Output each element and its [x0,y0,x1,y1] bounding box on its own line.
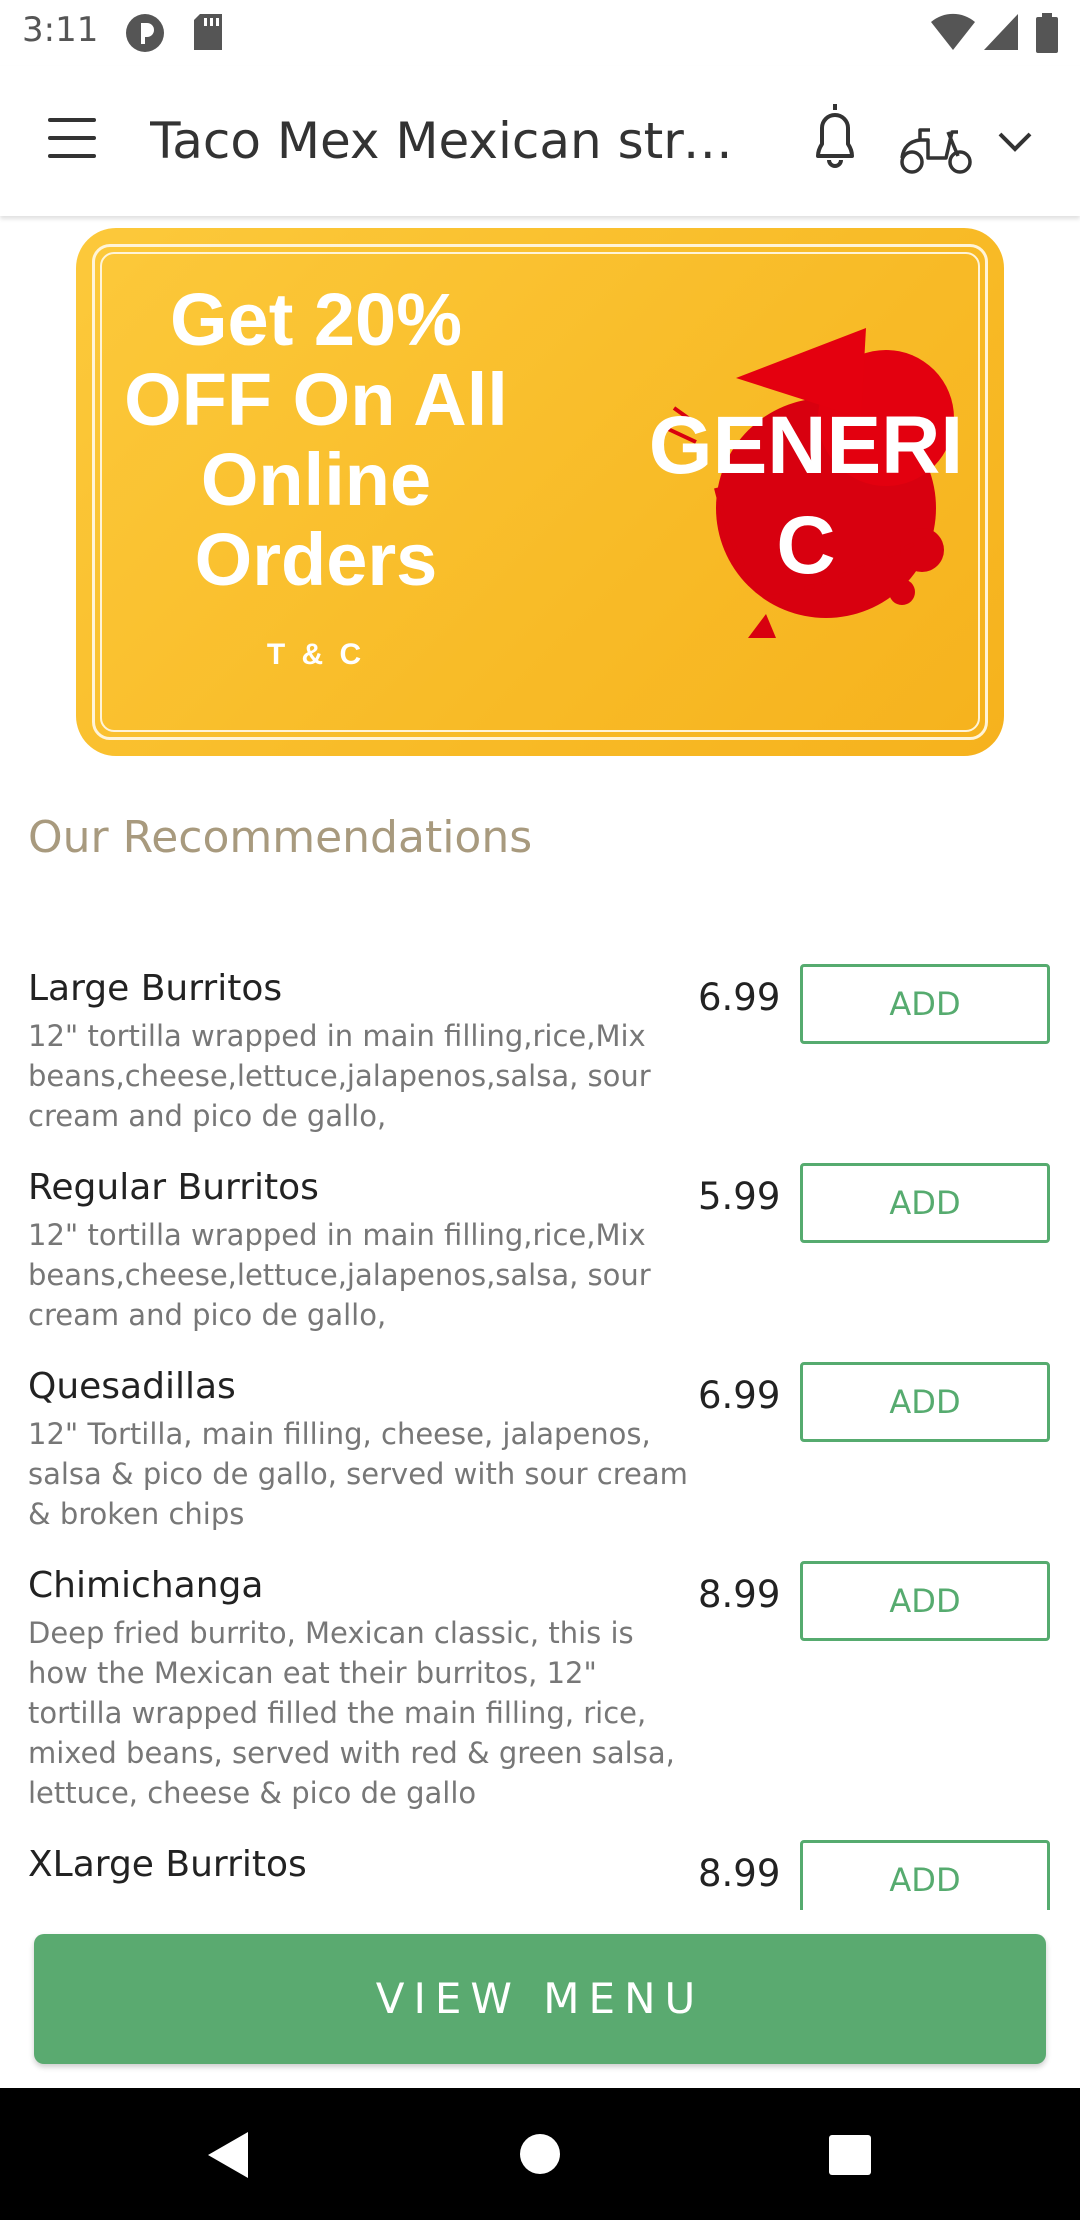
chevron-down-icon[interactable] [994,120,1036,162]
section-title: Our Recommendations [28,812,533,863]
status-bar: 3:11 [0,0,1080,66]
recommendation-list[interactable]: Large Burritos 12" tortilla wrapped in m… [0,960,1080,1910]
item-name: Chimichanga [28,1565,264,1606]
item-name: Quesadillas [28,1366,236,1407]
item-description: Deep fried burrito, Mexican classic, thi… [28,1616,675,1810]
item-name: Regular Burritos [28,1167,319,1208]
add-button[interactable]: ADD [800,1840,1050,1910]
notification-bell-icon[interactable] [800,98,870,178]
item-price: 5.99 [698,1175,781,1218]
back-icon[interactable] [204,2130,252,2180]
cell-signal-icon [984,14,1018,50]
add-button[interactable]: ADD [800,1561,1050,1641]
item-price: 8.99 [698,1852,781,1895]
battery-icon [1036,13,1058,53]
item-name: XLarge Burritos [28,1844,307,1885]
item-description: 12" Tortilla, main filling, cheese, jala… [28,1417,688,1531]
promo-line: OFF On All [124,358,508,441]
brand-text: GENERI C [648,400,964,591]
terms-label: T & C [266,638,366,671]
promo-banner[interactable]: Get 20% OFF On All Online Orders T & C G… [76,228,1004,756]
promo-line: Online [200,438,432,521]
recents-icon[interactable] [828,2134,872,2176]
delivery-scooter-icon[interactable] [898,110,974,180]
page-title: Taco Mex Mexican stre... [150,112,760,170]
hamburger-menu-icon[interactable] [44,118,102,162]
sd-card-icon [194,14,222,50]
status-time: 3:11 [22,10,99,50]
wifi-icon [931,13,975,50]
item-price: 8.99 [698,1573,781,1616]
view-menu-button[interactable]: VIEW MENU [34,1934,1046,2064]
home-icon[interactable] [518,2132,562,2176]
app-bar: Taco Mex Mexican stre... [0,66,1080,216]
add-button[interactable]: ADD [800,1163,1050,1243]
promo-line: Orders [194,518,438,601]
promo-line: Get 20% [169,278,463,361]
item-description: 12" tortilla wrapped in main filling,ric… [28,1218,651,1332]
add-button[interactable]: ADD [800,1362,1050,1442]
system-nav-bar [0,2088,1080,2220]
item-name: Large Burritos [28,968,283,1009]
item-price: 6.99 [698,1374,781,1417]
item-price: 6.99 [698,976,781,1019]
promo-headline: Get 20% OFF On All Online Orders [116,280,516,600]
item-description: 12" tortilla wrapped in main filling,ric… [28,1019,651,1133]
pocket-casts-icon [126,14,164,52]
add-button[interactable]: ADD [800,964,1050,1044]
